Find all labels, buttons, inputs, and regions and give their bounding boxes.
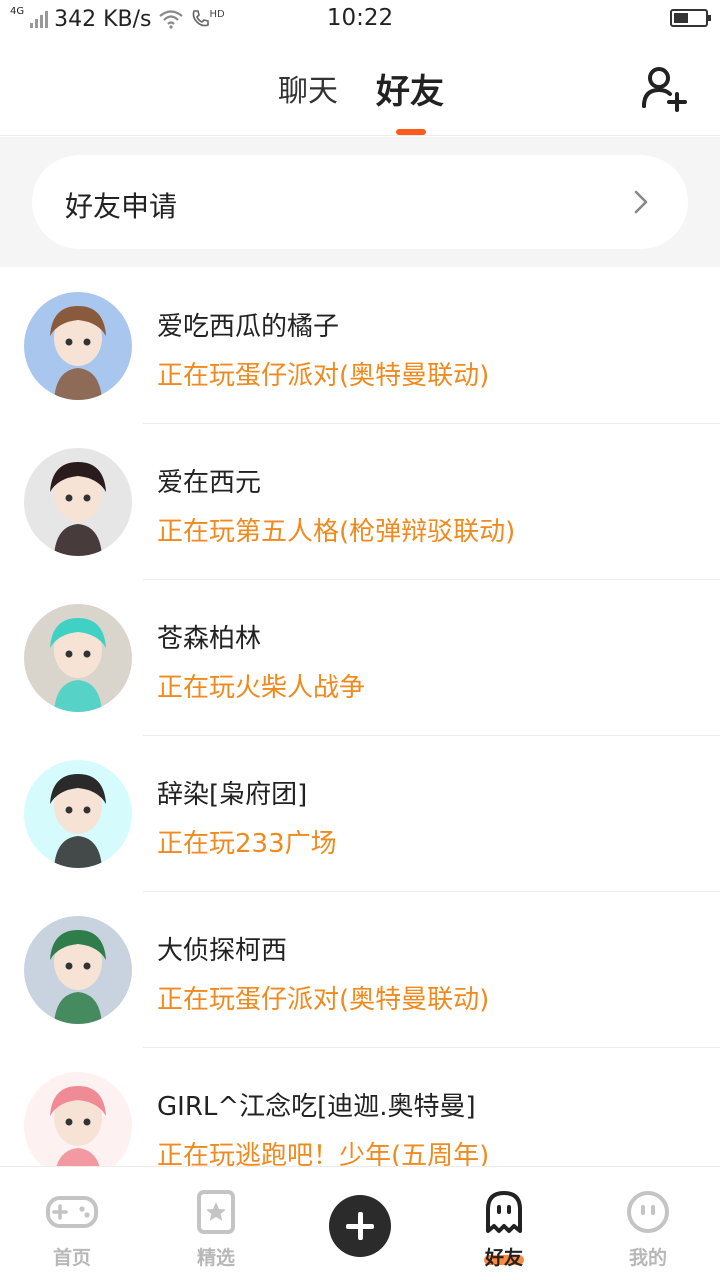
battery-icon <box>670 9 711 27</box>
tab-chat[interactable]: 聊天 <box>278 66 338 110</box>
bottom-nav: 首页 精选 好友 我的 <box>0 1166 720 1280</box>
battery-fill <box>674 13 688 23</box>
friend-name: GIRL^江念吃[迪迦.奥特曼] <box>157 1092 476 1122</box>
friend-status: 正在玩蛋仔派对(奥特曼联动) <box>157 361 490 391</box>
app-header: 聊天 好友 <box>0 40 720 136</box>
friend-name: 辞染[枭府团] <box>157 780 308 810</box>
friend-request-button[interactable]: 好友申请 <box>32 155 688 249</box>
nav-featured[interactable]: 精选 <box>144 1167 288 1280</box>
nav-home-label: 首页 <box>52 1247 91 1269</box>
avatar[interactable] <box>24 292 132 400</box>
friend-row[interactable]: 辞染[枭府团] 正在玩233广场 <box>0 736 720 892</box>
friend-status: 正在玩蛋仔派对(奥特曼联动) <box>157 985 490 1015</box>
friend-status: 正在玩火柴人战争 <box>157 673 366 703</box>
friend-name: 爱在西元 <box>157 468 262 498</box>
friend-name: 苍森柏林 <box>157 624 262 654</box>
clock: 10:22 <box>326 5 394 31</box>
gamepad-icon <box>46 1196 98 1228</box>
friend-request-section: 好友申请 <box>0 137 720 267</box>
friend-request-label: 好友申请 <box>65 190 178 223</box>
avatar[interactable] <box>24 916 132 1024</box>
nav-home[interactable]: 首页 <box>0 1167 144 1280</box>
friend-name: 爱吃西瓜的橘子 <box>157 312 340 342</box>
nav-profile[interactable]: 我的 <box>576 1167 720 1280</box>
nav-profile-label: 我的 <box>628 1247 667 1269</box>
avatar[interactable] <box>24 1072 132 1166</box>
avatar[interactable] <box>24 448 132 556</box>
friend-name: 大侦探柯西 <box>157 936 288 966</box>
status-bar: 4G 342 KB/s HD 10:22 <box>0 0 720 40</box>
chevron-right-icon <box>634 190 648 214</box>
friend-list[interactable]: 爱吃西瓜的橘子 正在玩蛋仔派对(奥特曼联动) 爱在西元 正在玩第五人格(枪弹辩驳联动)… <box>0 268 720 1166</box>
plus-icon[interactable] <box>329 1195 391 1257</box>
avatar[interactable] <box>24 760 132 868</box>
star-card-icon <box>197 1190 235 1234</box>
tab-friends[interactable]: 好友 <box>376 64 444 113</box>
friend-row[interactable]: 大侦探柯西正在玩蛋仔派对(奥特曼联动) <box>0 892 720 1048</box>
face-icon <box>627 1191 669 1233</box>
add-user-icon[interactable] <box>640 64 690 114</box>
friend-row[interactable]: 爱在西元正在玩第五人格(枪弹辩驳联动) <box>0 424 720 580</box>
avatar[interactable] <box>24 604 132 712</box>
friend-row[interactable]: GIRL^江念吃[迪迦.奥特曼] 正在玩逃跑吧！少年(五周年) <box>0 1048 720 1166</box>
nav-friends[interactable]: 好友 <box>432 1167 576 1280</box>
nav-featured-label: 精选 <box>196 1247 235 1269</box>
friend-row[interactable]: 爱吃西瓜的橘子正在玩蛋仔派对(奥特曼联动) <box>0 268 720 424</box>
friend-status: 正在玩逃跑吧！少年(五周年) <box>157 1141 490 1166</box>
active-tab-indicator <box>396 129 426 135</box>
friend-row[interactable]: 苍森柏林正在玩火柴人战争 <box>0 580 720 736</box>
ghost-icon <box>486 1191 522 1233</box>
friend-status: 正在玩233广场 <box>157 829 337 859</box>
friend-status: 正在玩第五人格(枪弹辩驳联动) <box>157 517 516 547</box>
nav-friends-label: 好友 <box>484 1247 523 1269</box>
